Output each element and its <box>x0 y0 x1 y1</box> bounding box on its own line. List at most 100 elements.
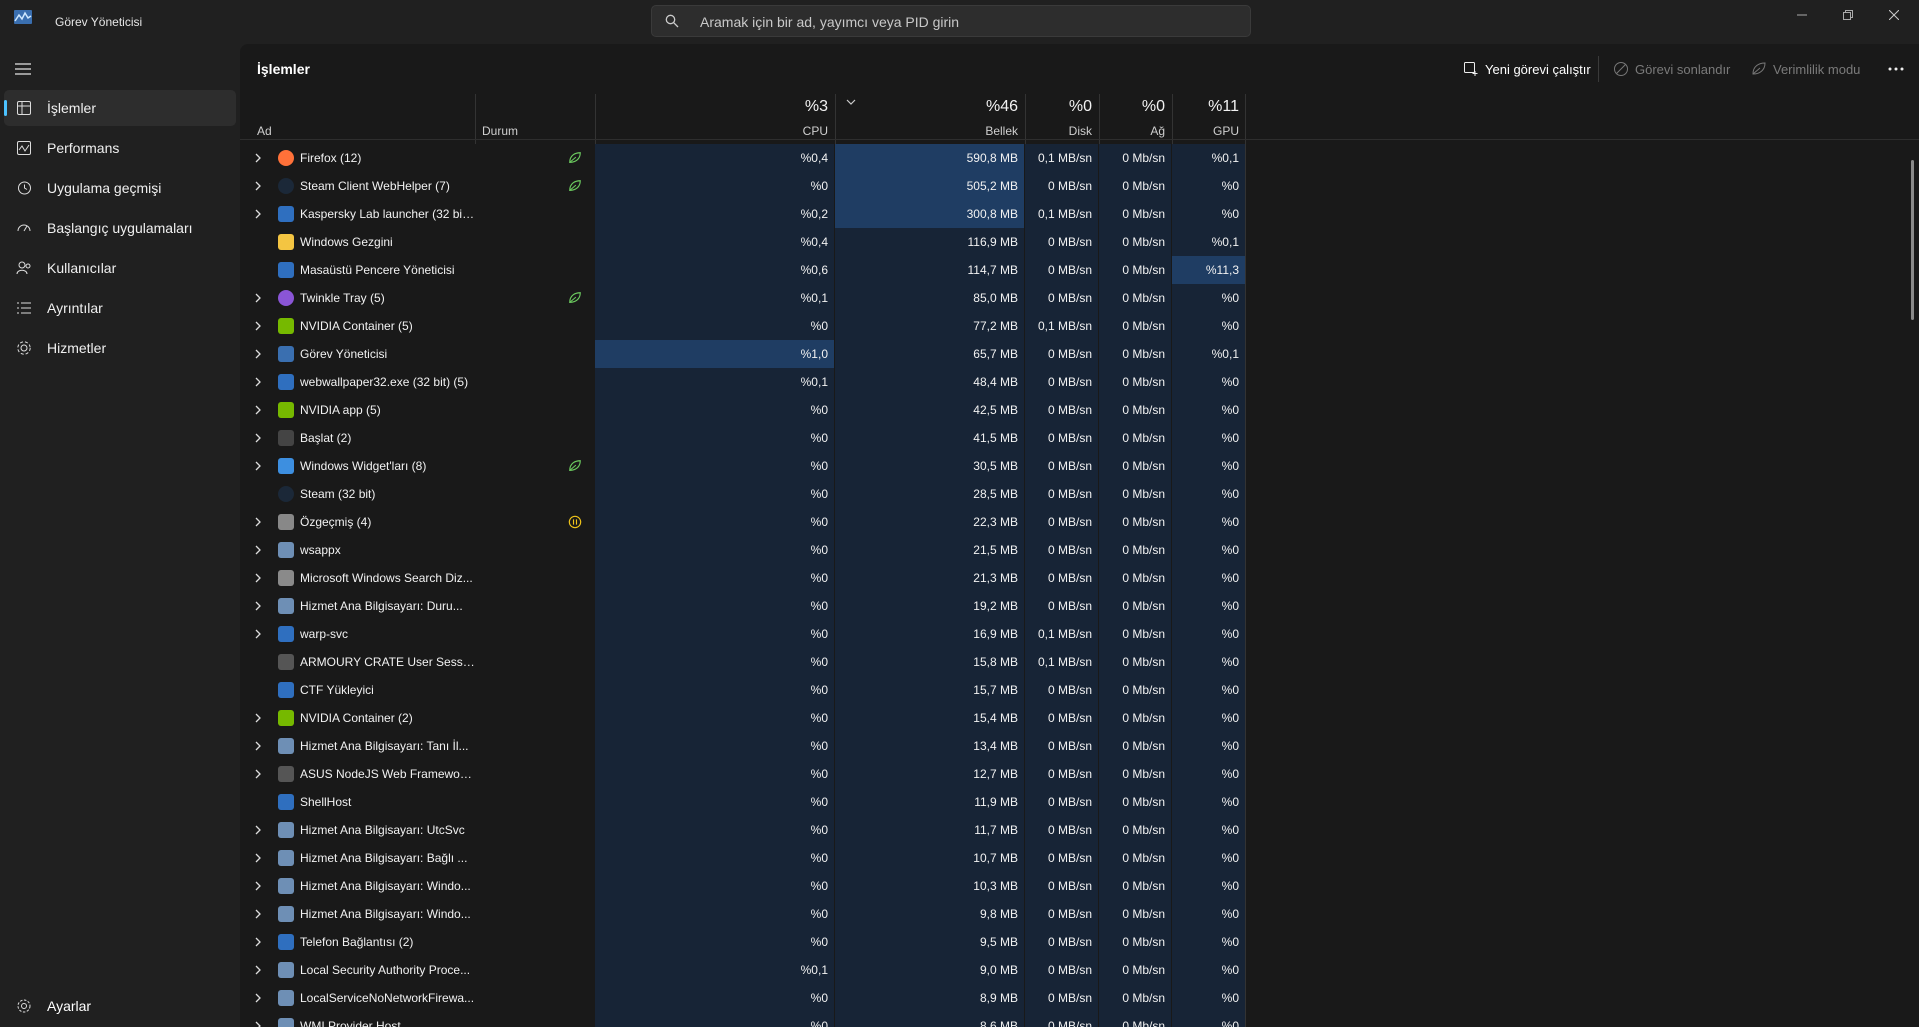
table-row[interactable]: webwallpaper32.exe (32 bit) (5) %0,1 48,4 … <box>240 368 1919 396</box>
mem-value: 10,3 MB <box>973 879 1018 893</box>
chevron-right-icon[interactable] <box>252 1020 264 1027</box>
table-row[interactable]: Hizmet Ana Bilgisayarı: UtcSvc %0 11,7 MB 0… <box>240 816 1919 844</box>
gpu-value: %0,1 <box>1211 347 1239 361</box>
table-row[interactable]: Local Security Authority Proce... %0,1 9,0… <box>240 956 1919 984</box>
hamburger-menu-icon[interactable] <box>12 58 34 80</box>
close-button[interactable] <box>1871 0 1917 30</box>
nav-label: Başlangıç uygulamaları <box>47 220 193 236</box>
table-row[interactable]: Windows Widget'ları (8) %0 30,5 MB 0 MB/sn 0… <box>240 452 1919 480</box>
chevron-right-icon[interactable] <box>252 292 264 304</box>
column-header-status[interactable]: Durum <box>240 44 594 140</box>
table-row[interactable]: Kaspersky Lab launcher (32 bit)... %0,2 30… <box>240 200 1919 228</box>
table-row[interactable]: ARMOURY CRATE User Sessio... %0 15,8 MB 0,1… <box>240 648 1919 676</box>
chevron-right-icon[interactable] <box>252 544 264 556</box>
table-row[interactable]: Telefon Bağlantısı (2) %0 9,5 MB 0 MB/sn 0 M… <box>240 928 1919 956</box>
table-row[interactable]: LocalServiceNoNetworkFirewa... %0 8,9 MB 0 … <box>240 984 1919 1012</box>
nav-item-users[interactable]: Kullanıcılar <box>4 250 236 286</box>
search-box[interactable] <box>651 5 1251 38</box>
chevron-right-icon[interactable] <box>252 180 264 192</box>
table-row[interactable]: Özgeçmiş (4) %0 22,3 MB 0 MB/sn 0 Mb/sn %0 <box>240 508 1919 536</box>
column-header-memory[interactable]: %46 Bellek <box>836 44 1024 140</box>
nav-item-details[interactable]: Ayrıntılar <box>4 290 236 326</box>
table-row[interactable]: Windows Gezgini %0,4 116,9 MB 0 MB/sn 0 Mb/s… <box>240 228 1919 256</box>
chevron-right-icon[interactable] <box>252 376 264 388</box>
chevron-right-icon[interactable] <box>252 852 264 864</box>
chevron-right-icon[interactable] <box>252 432 264 444</box>
table-row[interactable]: NVIDIA app (5) %0 42,5 MB 0 MB/sn 0 Mb/sn %0 <box>240 396 1919 424</box>
cpu-value: %0 <box>810 179 828 193</box>
minimize-button[interactable] <box>1779 0 1825 30</box>
chevron-right-icon[interactable] <box>252 404 264 416</box>
cpu-value: %0 <box>810 767 828 781</box>
vertical-scrollbar[interactable] <box>1911 160 1914 320</box>
chevron-right-icon[interactable] <box>252 152 264 164</box>
nav-item-startup-apps[interactable]: Başlangıç uygulamaları <box>4 210 236 246</box>
net-value: 0 Mb/sn <box>1122 151 1165 165</box>
table-row[interactable]: ShellHost %0 11,9 MB 0 MB/sn 0 Mb/sn %0 <box>240 788 1919 816</box>
disk-value: 0 MB/sn <box>1047 375 1092 389</box>
column-header-gpu[interactable]: %11 GPU <box>1173 44 1245 140</box>
gpu-value: %0 <box>1221 627 1239 641</box>
window-icon <box>278 206 294 222</box>
disk-label: Disk <box>1068 124 1092 138</box>
nav-item-performance[interactable]: Performans <box>4 130 236 166</box>
chevron-right-icon[interactable] <box>252 768 264 780</box>
chevron-right-icon[interactable] <box>252 908 264 920</box>
run-new-task-button[interactable]: Yeni görevi çalıştır <box>1463 58 1591 80</box>
chevron-right-icon[interactable] <box>252 572 264 584</box>
table-row[interactable]: wsappx %0 21,5 MB 0 MB/sn 0 Mb/sn %0 <box>240 536 1919 564</box>
chevron-right-icon[interactable] <box>252 740 264 752</box>
table-row[interactable]: Masaüstü Pencere Yöneticisi %0,6 114,7 MB 0… <box>240 256 1919 284</box>
chevron-right-icon[interactable] <box>252 208 264 220</box>
column-divider[interactable] <box>475 94 476 144</box>
nav-item-app-history[interactable]: Uygulama geçmişi <box>4 170 236 206</box>
chevron-right-icon[interactable] <box>252 460 264 472</box>
nav-item-processes[interactable]: İşlemler <box>4 90 236 126</box>
cpu-value: %0 <box>810 459 828 473</box>
more-options-icon[interactable] <box>1887 63 1905 75</box>
nav-item-settings[interactable]: Ayarlar <box>4 988 236 1024</box>
table-row[interactable]: Hizmet Ana Bilgisayarı: Windo... %0 9,8 MB… <box>240 900 1919 928</box>
chevron-right-icon[interactable] <box>252 992 264 1004</box>
net-value: 0 Mb/sn <box>1122 1019 1165 1027</box>
maximize-button[interactable] <box>1825 0 1871 30</box>
table-row[interactable]: Hizmet Ana Bilgisayarı: Duru... %0 19,2 MB… <box>240 592 1919 620</box>
table-row[interactable]: NVIDIA Container (5) %0 77,2 MB 0,1 MB/sn 0 … <box>240 312 1919 340</box>
table-row[interactable]: Steam Client WebHelper (7) %0 505,2 MB 0 MB… <box>240 172 1919 200</box>
table-row[interactable]: warp-svc %0 16,9 MB 0,1 MB/sn 0 Mb/sn %0 <box>240 620 1919 648</box>
table-row[interactable]: Görev Yöneticisi %1,0 65,7 MB 0 MB/sn 0 Mb/s… <box>240 340 1919 368</box>
chevron-right-icon[interactable] <box>252 516 264 528</box>
chevron-right-icon[interactable] <box>252 824 264 836</box>
net-value: 0 Mb/sn <box>1122 655 1165 669</box>
chevron-right-icon[interactable] <box>252 712 264 724</box>
table-row[interactable]: Başlat (2) %0 41,5 MB 0 MB/sn 0 Mb/sn %0 <box>240 424 1919 452</box>
column-header-network[interactable]: %0 Ağ <box>1100 44 1171 140</box>
suspended-pause-icon <box>568 515 582 529</box>
column-header-cpu[interactable]: %3 CPU <box>596 44 834 140</box>
end-task-button[interactable]: Görevi sonlandır <box>1613 58 1730 80</box>
table-row[interactable]: Hizmet Ana Bilgisayarı: Windo... %0 10,3 M… <box>240 872 1919 900</box>
chevron-right-icon[interactable] <box>252 964 264 976</box>
table-row[interactable]: WMI Provider Host %0 8,6 MB 0 MB/sn 0 Mb/sn%… <box>240 1012 1919 1027</box>
nav-item-services[interactable]: Hizmetler <box>4 330 236 366</box>
column-header-disk[interactable]: %0 Disk <box>1026 44 1098 140</box>
chevron-right-icon[interactable] <box>252 320 264 332</box>
table-row[interactable]: NVIDIA Container (2) %0 15,4 MB 0 MB/sn 0 Mb… <box>240 704 1919 732</box>
chevron-right-icon[interactable] <box>252 936 264 948</box>
table-row[interactable]: ASUS NodeJS Web Framework... %0 12,7 MB 0 M… <box>240 760 1919 788</box>
table-row[interactable]: Microsoft Windows Search Diz... %0 21,3 MB… <box>240 564 1919 592</box>
table-row[interactable]: Hizmet Ana Bilgisayarı: Bağlı ... %0 10,7 … <box>240 844 1919 872</box>
table-row[interactable]: Hizmet Ana Bilgisayarı: Tanı İl... %0 13,4… <box>240 732 1919 760</box>
table-row[interactable]: Firefox (12) %0,4 590,8 MB 0,1 MB/sn 0 Mb/sn… <box>240 144 1919 172</box>
table-row[interactable]: CTF Yükleyici %0 15,7 MB 0 MB/sn 0 Mb/sn %0 <box>240 676 1919 704</box>
chevron-right-icon[interactable] <box>252 600 264 612</box>
chevron-right-icon[interactable] <box>252 628 264 640</box>
net-value: 0 Mb/sn <box>1122 823 1165 837</box>
search-input[interactable] <box>698 6 1242 38</box>
chevron-right-icon[interactable] <box>252 348 264 360</box>
end-task-label: Görevi sonlandır <box>1635 61 1731 77</box>
table-row[interactable]: Steam (32 bit) %0 28,5 MB 0 MB/sn 0 Mb/sn %0 <box>240 480 1919 508</box>
chevron-right-icon[interactable] <box>252 880 264 892</box>
table-row[interactable]: Twinkle Tray (5) %0,1 85,0 MB 0 MB/sn 0 Mb/s… <box>240 284 1919 312</box>
efficiency-mode-button[interactable]: Verimlilik modu <box>1751 58 1860 80</box>
